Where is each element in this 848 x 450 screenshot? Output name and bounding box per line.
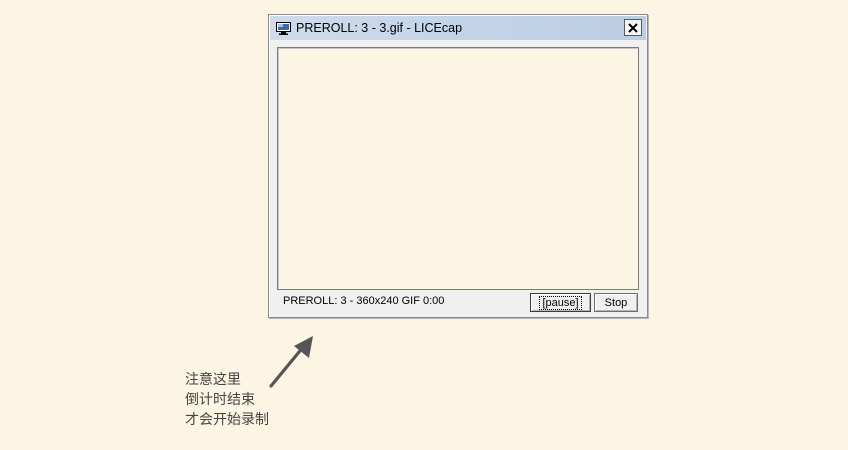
title-bar[interactable]: PREROLL: 3 - 3.gif - LICEcap [270,16,646,40]
monitor-icon [275,21,291,35]
close-icon [628,22,638,33]
annotation-note: 注意这里 倒计时结束 才会开始录制 [185,370,269,430]
licecap-window: PREROLL: 3 - 3.gif - LICEcap PREROLL: 3 … [268,14,648,318]
status-text: PREROLL: 3 - 360x240 GIF 0:00 [283,295,445,307]
window-title: PREROLL: 3 - 3.gif - LICEcap [296,21,463,35]
annotation-line: 才会开始录制 [185,412,269,428]
annotation-line: 注意这里 [185,372,241,388]
stop-button[interactable]: Stop [594,293,638,312]
annotation-line: 倒计时结束 [185,392,255,408]
pause-button[interactable]: [pause] [530,293,591,312]
arrow-up-right-icon [269,336,313,388]
pause-button-label: [pause] [539,295,582,310]
capture-area[interactable] [277,47,639,290]
close-button[interactable] [624,19,642,36]
